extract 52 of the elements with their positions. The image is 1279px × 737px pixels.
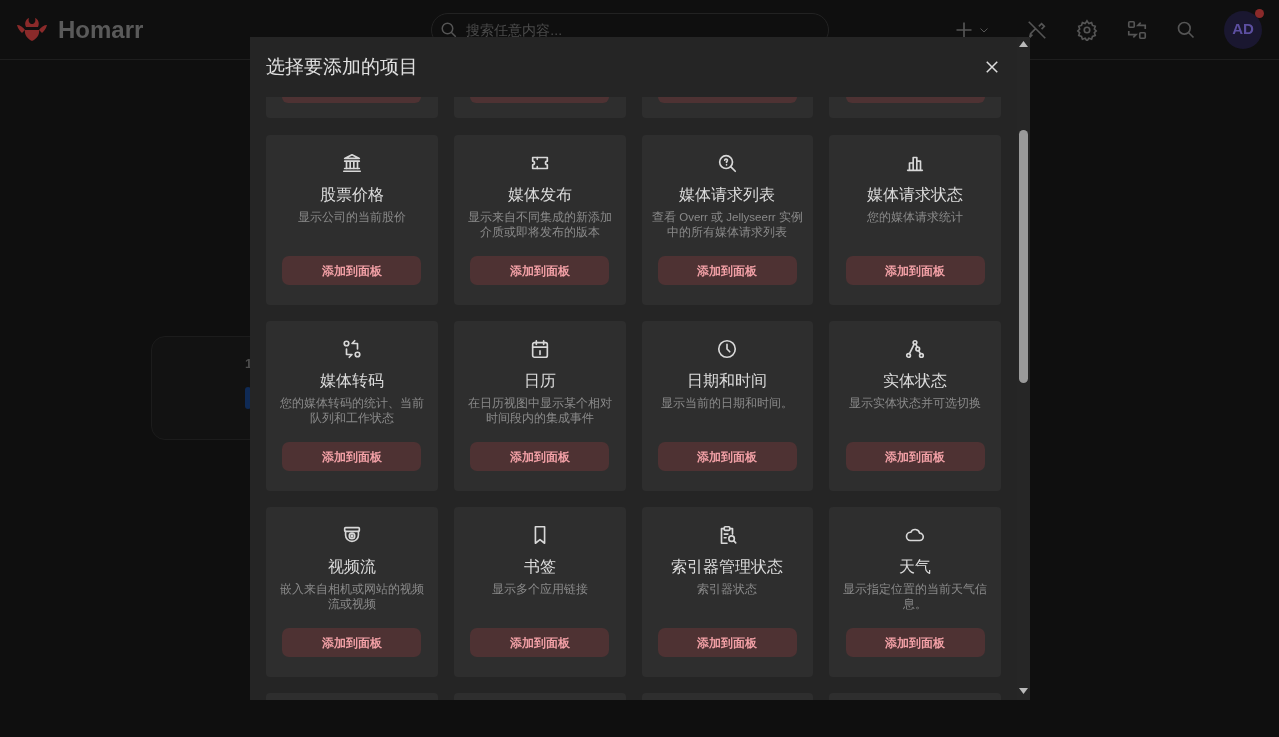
add-to-board-button[interactable]: 添加到面板 bbox=[845, 442, 985, 471]
widget-description: 显示指定位置的当前天气信息。 bbox=[842, 582, 989, 612]
widget-title: 视频流 bbox=[327, 557, 376, 577]
add-to-board-button[interactable]: 添加到面板 bbox=[845, 256, 985, 285]
add-to-board-button[interactable]: 添加到面板 bbox=[470, 628, 610, 657]
widget-title: 书签 bbox=[523, 557, 556, 577]
widget-title: 媒体发布 bbox=[507, 185, 572, 205]
add-to-board-button[interactable]: 添加到面板 bbox=[282, 256, 422, 285]
brand-name: Homarr bbox=[58, 14, 144, 45]
node-graph-icon bbox=[904, 338, 927, 360]
scroll-up-icon[interactable] bbox=[1019, 41, 1028, 47]
widget-description: 索引器状态 bbox=[696, 582, 759, 597]
add-to-board-button[interactable]: 添加到面板 bbox=[657, 628, 797, 657]
widget-title: 股票价格 bbox=[319, 185, 384, 205]
widget-title: 媒体请求状态 bbox=[867, 185, 964, 205]
widget-description: 在日历视图中显示某个相对时间段内的集成事件 bbox=[466, 396, 613, 426]
add-to-board-button[interactable]: 添加到面板 bbox=[470, 256, 610, 285]
widget-description: 您的媒体转码的统计、当前队列和工作状态 bbox=[278, 396, 425, 426]
widget-title: 日历 bbox=[523, 371, 556, 391]
widget-description: 显示来自不同集成的新添加介质或即将发布的版本 bbox=[466, 210, 613, 240]
search-icon bbox=[440, 20, 459, 39]
add-to-board-button[interactable]: 添加到面板 bbox=[657, 256, 797, 285]
scroll-down-icon[interactable] bbox=[1019, 688, 1028, 694]
widget-title: 实体状态 bbox=[883, 371, 948, 391]
dialog-title: 选择要添加的项目 bbox=[266, 54, 418, 79]
scrollbar-thumb[interactable] bbox=[1019, 130, 1028, 383]
widget-description: 查看 Overr 或 Jellyseerr 实例中的所有媒体请求列表 bbox=[651, 210, 804, 240]
lobster-logo-icon bbox=[16, 16, 48, 43]
widget-title: 日期和时间 bbox=[687, 371, 768, 391]
settings-icon[interactable] bbox=[1076, 18, 1098, 41]
question-search-icon bbox=[716, 152, 739, 174]
search-icon[interactable] bbox=[1176, 19, 1196, 40]
widget-description: 显示公司的当前股价 bbox=[296, 210, 407, 225]
widget-description: 显示实体状态并可选切换 bbox=[848, 396, 983, 411]
close-icon[interactable] bbox=[983, 58, 1001, 76]
widget-title: 媒体请求列表 bbox=[679, 185, 776, 205]
transfer-icon bbox=[340, 338, 363, 360]
widget-title: 索引器管理状态 bbox=[671, 557, 784, 577]
add-to-board-button[interactable]: 添加到面板 bbox=[470, 442, 610, 471]
swap-icon[interactable] bbox=[1126, 18, 1148, 41]
add-to-board-button[interactable]: 添加到面板 bbox=[657, 442, 797, 471]
add-to-board-button[interactable]: 添加到面板 bbox=[282, 628, 422, 657]
widget-title: 天气 bbox=[899, 557, 932, 577]
widget-description: 您的媒体请求统计 bbox=[866, 210, 965, 225]
bank-icon bbox=[340, 152, 363, 174]
widget-title: 媒体转码 bbox=[319, 371, 384, 391]
widget-description: 显示当前的日期和时间。 bbox=[660, 396, 795, 411]
add-to-board-button[interactable]: 添加到面板 bbox=[282, 442, 422, 471]
add-to-board-button[interactable]: 添加到面板 bbox=[845, 628, 985, 657]
widget-description: 嵌入来自相机或网站的视频流或视频 bbox=[278, 582, 425, 612]
clock-icon bbox=[716, 338, 739, 360]
widget-description: 显示多个应用链接 bbox=[490, 582, 589, 597]
